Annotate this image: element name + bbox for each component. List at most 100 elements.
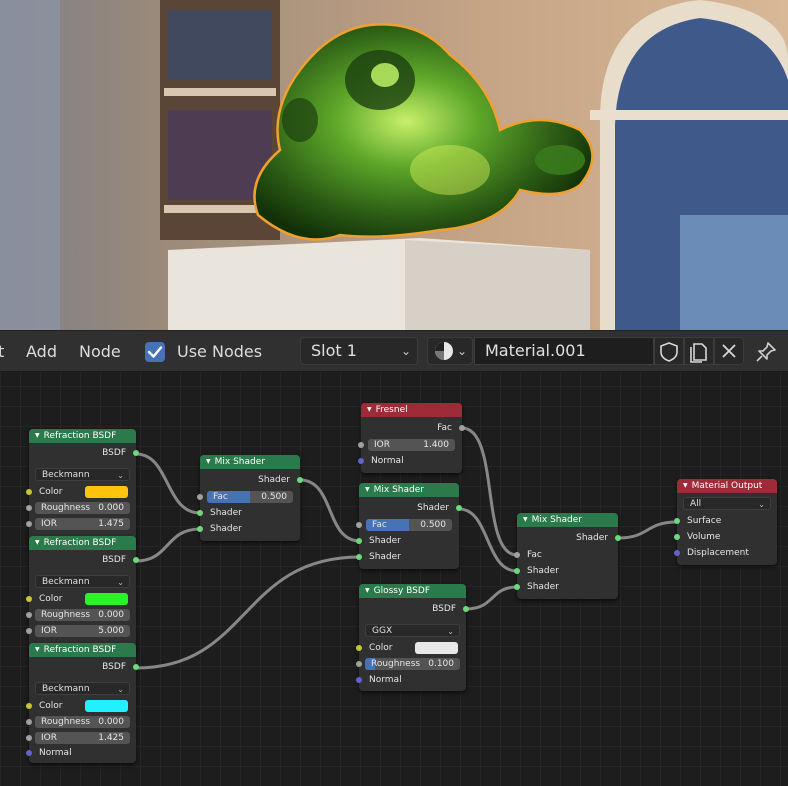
roughness-field[interactable]: Roughness 0.000 [35,502,130,514]
normal-label: Normal [39,748,72,758]
material-browse-button[interactable]: ⌄ [427,337,473,365]
add-menu[interactable]: Add [26,331,57,373]
normal-label: Normal [371,456,404,466]
3d-viewport[interactable] [0,0,788,330]
close-icon [722,344,736,358]
shader-input-label-1: Shader [527,566,559,576]
node-title: Fresnel [375,405,408,415]
chevron-down-icon: ⌄ [400,344,411,358]
fake-user-button[interactable] [654,337,684,365]
roughness-field[interactable]: Roughness 0.000 [35,716,130,728]
fac-field[interactable]: Fac 0.500 [366,519,452,531]
shader-output-label: Shader [576,533,608,543]
shader-input-label-2: Shader [527,582,559,592]
normal-label: Normal [369,675,402,685]
shader-output-label: Shader [417,503,449,513]
copy-icon [690,343,707,363]
roughness-input-socket[interactable] [26,612,32,618]
shader-input-label-2: Shader [210,524,242,534]
ior-input-socket[interactable] [26,735,32,741]
shader-input-label-2: Shader [369,552,401,562]
node-title: Mix Shader [373,485,424,495]
slot-dropdown[interactable]: Slot 1 ⌄ [300,337,418,365]
ior-field[interactable]: IOR 1.425 [35,732,130,744]
refraction-bsdf-node-1[interactable]: ▼ Refraction BSDF BSDF Beckmann ⌄ Color Ro… [26,429,139,544]
roughness-input-socket[interactable] [26,505,32,511]
chevron-down-icon: ⌄ [456,344,467,358]
distribution-select[interactable]: Beckmann ⌄ [35,682,130,695]
link-glossy-to-mix3 [465,585,518,611]
bsdf-output-socket[interactable] [133,557,139,563]
checkmark-icon [147,346,163,358]
link-mix2-to-mix3 [458,507,518,573]
material-sphere-icon [435,342,453,360]
node-editor-canvas[interactable]: ▼ Refraction BSDF BSDF Beckmann ⌄ Color Ro… [0,372,788,786]
roughness-field[interactable]: Roughness 0.100 [365,658,460,670]
bsdf-output-socket[interactable] [463,606,469,612]
mix-shader-node-2[interactable]: ▼ Mix Shader Shader Fac 0.500 Shader Shade… [356,483,462,569]
material-output-node[interactable]: ▼ Material Output All ⌄ Surface Volume Dis… [674,479,777,565]
distribution-select[interactable]: GGX ⌄ [365,624,460,637]
node-title: Material Output [691,481,763,491]
fac-output-label: Fac [437,423,452,433]
link-mix1-to-mix2 [299,478,361,543]
unlink-material-button[interactable] [714,337,744,365]
shader-output-socket[interactable] [615,535,621,541]
node-menu[interactable]: Node [79,331,121,373]
link-mix3-to-output [617,520,678,540]
ior-field[interactable]: IOR 5.000 [35,625,130,637]
use-nodes-label: Use Nodes [177,342,263,361]
color-swatch[interactable] [85,700,128,712]
node-title: Refraction BSDF [43,645,117,655]
duplicate-material-button[interactable] [684,337,714,365]
view-menu-partial[interactable]: t [0,331,4,373]
fac-input-socket[interactable] [356,522,362,528]
bsdf-output-socket[interactable] [133,664,139,670]
fresnel-node[interactable]: ▼ Fresnel Fac IOR 1.400 Normal [358,403,465,473]
viewport-render [0,0,788,330]
fac-label: Fac [527,550,542,560]
volume-label: Volume [687,532,721,542]
pin-icon [756,342,776,362]
ior-field[interactable]: IOR 1.475 [35,518,130,530]
distribution-select[interactable]: Beckmann ⌄ [35,468,130,481]
roughness-input-socket[interactable] [356,661,362,667]
target-select[interactable]: All ⌄ [683,497,771,510]
ior-input-socket[interactable] [358,442,364,448]
shader-output-socket[interactable] [456,505,462,511]
chevron-down-icon: ⌄ [117,685,124,694]
link-fresnel-to-mix3 [461,426,518,557]
use-nodes-checkbox[interactable] [145,342,165,362]
roughness-input-socket[interactable] [26,719,32,725]
color-swatch[interactable] [85,593,128,605]
bsdf-output-label: BSDF [102,662,126,672]
pin-button[interactable] [752,338,780,366]
distribution-select[interactable]: Beckmann ⌄ [35,575,130,588]
fac-output-socket[interactable] [459,425,465,431]
fac-input-socket[interactable] [197,494,203,500]
node-title: Mix Shader [531,515,582,525]
roughness-field[interactable]: Roughness 0.000 [35,609,130,621]
fac-field[interactable]: Fac 0.500 [207,491,293,503]
mix-shader-node-1[interactable]: ▼ Mix Shader Shader Fac 0.500 Shader Shade… [197,455,303,541]
node-title: Glossy BSDF [373,586,431,596]
color-swatch[interactable] [415,642,458,654]
ior-input-socket[interactable] [26,521,32,527]
link-refraction2-to-mix1 [135,527,201,563]
mix-shader-node-3[interactable]: ▼ Mix Shader Shader Fac Shader Shader [514,513,621,599]
node-title: Refraction BSDF [43,538,117,548]
material-name-field[interactable]: Material.001 [474,337,654,365]
link-refraction1-to-mix1 [135,452,201,515]
ior-field[interactable]: IOR 1.400 [368,439,455,451]
node-title: Refraction BSDF [43,431,117,441]
shader-input-label-1: Shader [369,536,401,546]
bsdf-output-socket[interactable] [133,450,139,456]
color-swatch[interactable] [85,486,128,498]
refraction-bsdf-node-2[interactable]: ▼ Refraction BSDF BSDF Beckmann ⌄ Color Ro… [26,536,139,651]
material-name: Material.001 [485,341,586,360]
glossy-bsdf-node[interactable]: ▼ Glossy BSDF BSDF GGX ⌄ Color Roughness 0.… [356,584,469,691]
refraction-bsdf-node-3[interactable]: ▼ Refraction BSDF BSDF Beckmann ⌄ Color Ro… [26,643,139,763]
ior-input-socket[interactable] [26,628,32,634]
chevron-down-icon: ⌄ [117,471,124,480]
shader-output-socket[interactable] [297,477,303,483]
